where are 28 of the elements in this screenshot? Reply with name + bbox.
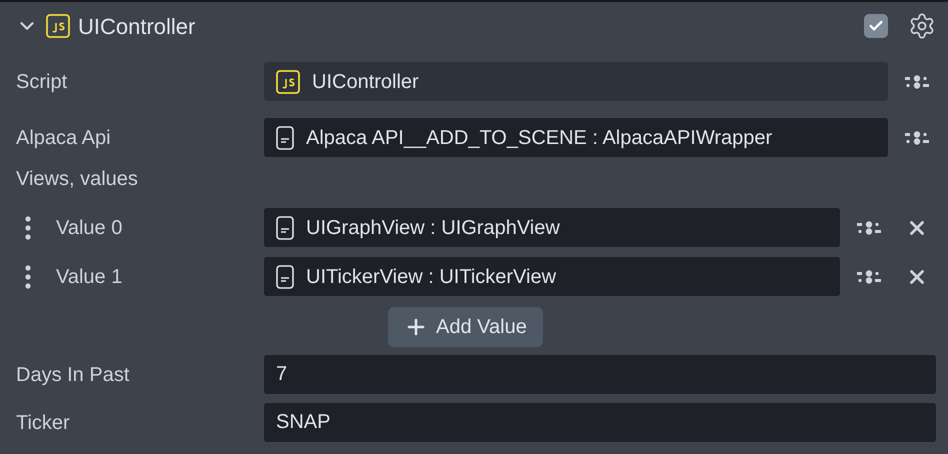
property-label: Script: [16, 70, 68, 92]
property-label: Ticker: [16, 412, 70, 434]
property-label: Alpaca Api: [16, 126, 111, 148]
settings-icon[interactable]: [908, 12, 936, 40]
js-file-icon: [46, 14, 70, 38]
property-label: Days In Past: [16, 364, 130, 386]
text-field[interactable]: 7: [264, 355, 936, 394]
field-value: UIGraphView : UIGraphView: [306, 216, 560, 240]
field-value: Alpaca API__ADD_TO_SCENE : AlpacaAPIWrapper: [306, 126, 772, 150]
document-icon: [276, 264, 294, 288]
property-label: Value 0: [56, 216, 122, 238]
field-value: UITickerView : UITickerView: [306, 264, 556, 290]
drag-handle-icon[interactable]: [24, 214, 32, 240]
js-file-icon: [276, 70, 300, 94]
object-field[interactable]: UITickerView : UITickerView: [264, 257, 840, 296]
document-icon: [276, 126, 294, 150]
document-icon: [276, 216, 294, 240]
object-field[interactable]: UIGraphView : UIGraphView: [264, 208, 840, 247]
text-field[interactable]: SNAP: [264, 403, 936, 442]
component-title: UIController: [78, 12, 196, 40]
add-value-button[interactable]: Add Value: [388, 307, 543, 347]
drag-handle-icon[interactable]: [24, 264, 32, 290]
enabled-checkbox[interactable]: [864, 14, 888, 38]
property-label: Views, values: [16, 167, 138, 192]
field-value: UIController: [312, 70, 419, 94]
property-label: Value 1: [56, 266, 122, 288]
object-field[interactable]: Alpaca API__ADD_TO_SCENE : AlpacaAPIWrapper: [264, 118, 888, 157]
script-field[interactable]: UIController: [264, 62, 888, 101]
